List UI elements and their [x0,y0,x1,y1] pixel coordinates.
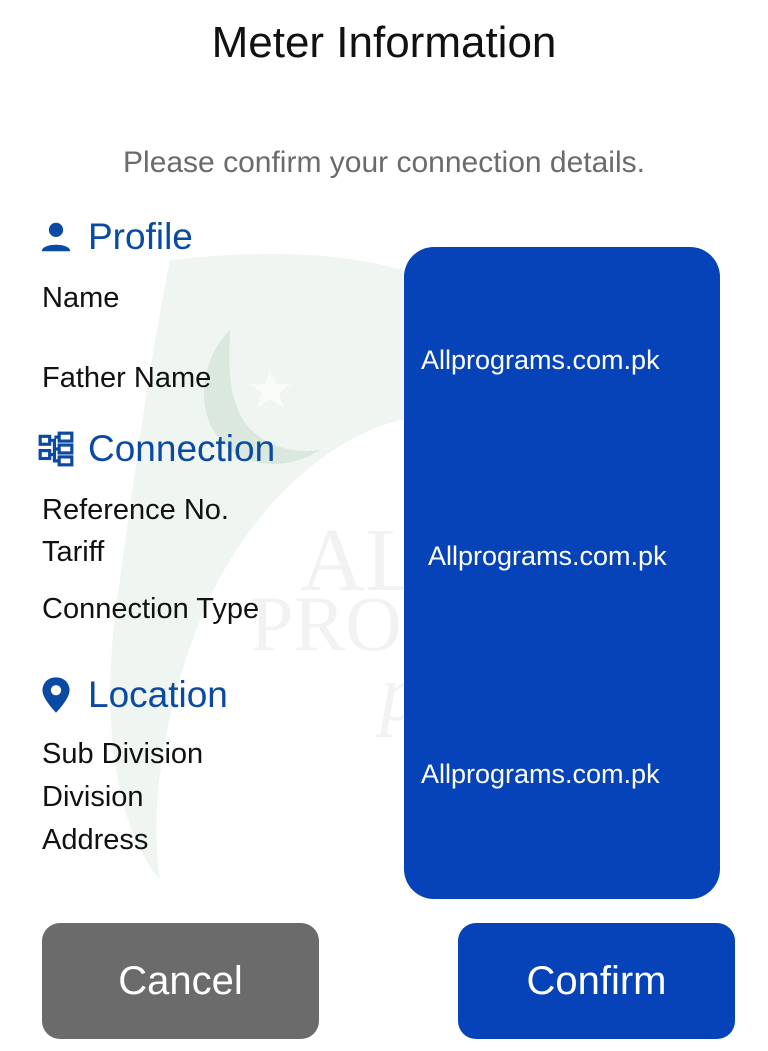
panel-value-location: Allprograms.com.pk [421,759,660,789]
hierarchy-icon [36,429,76,469]
label-tariff: Tariff [42,536,105,568]
person-icon [36,217,76,257]
panel-value-connection: Allprograms.com.pk [428,541,667,571]
label-father-name: Father Name [42,362,212,394]
label-address: Address [42,824,149,856]
label-division: Division [42,781,144,813]
page-title: Meter Information [211,18,557,67]
label-sub-division: Sub Division [42,738,204,770]
label-name: Name [42,282,120,314]
section-title-profile: Profile [88,216,193,257]
page-subtitle: Please confirm your connection details. [123,146,645,179]
label-reference-no: Reference No. [42,494,229,526]
section-title-connection: Connection [88,428,276,469]
confirm-button[interactable]: Confirm [458,923,735,1039]
section-profile: Profile [36,216,193,258]
label-connection-type: Connection Type [42,593,260,625]
section-location: Location [36,674,228,716]
location-pin-icon [36,675,76,715]
panel-value-profile: Allprograms.com.pk [421,345,660,375]
section-connection: Connection [36,428,275,470]
cancel-button[interactable]: Cancel [42,923,319,1039]
section-title-location: Location [88,674,228,715]
